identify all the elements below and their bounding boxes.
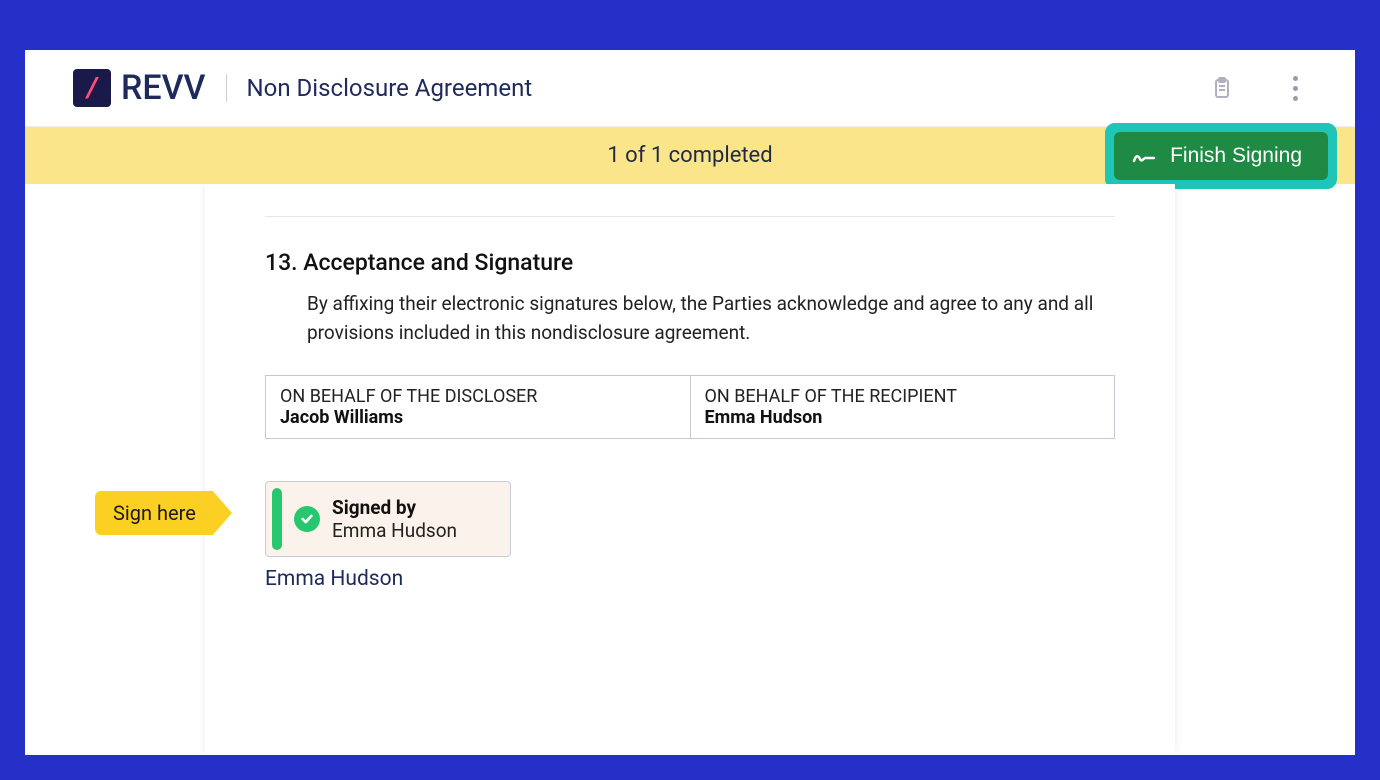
finish-highlight: Finish Signing: [1105, 123, 1337, 189]
flag-arrow-icon: [212, 490, 232, 536]
signed-by-label: Signed by: [332, 496, 457, 519]
finish-signing-button[interactable]: Finish Signing: [1114, 132, 1328, 180]
brand-logo[interactable]: / REVV: [73, 68, 206, 108]
discloser-name: Jacob Williams: [280, 407, 676, 428]
document-title: Non Disclosure Agreement: [247, 74, 533, 102]
signed-by-name: Emma Hudson: [332, 519, 457, 542]
section-body-text: By affixing their electronic signatures …: [307, 290, 1115, 347]
signature-block[interactable]: Signed by Emma Hudson: [265, 481, 511, 557]
table-row: ON BEHALF OF THE DISCLOSER Jacob William…: [266, 376, 1115, 439]
parties-table: ON BEHALF OF THE DISCLOSER Jacob William…: [265, 375, 1115, 439]
more-menu-icon[interactable]: [1283, 73, 1307, 103]
document-area: Sign here 13. Acceptance and Signature B…: [25, 184, 1355, 755]
section-heading: 13. Acceptance and Signature: [265, 249, 1115, 276]
signer-caption: Emma Hudson: [265, 567, 1115, 591]
logo-mark-icon: /: [73, 69, 111, 107]
signature-icon: [1132, 147, 1156, 165]
brand-text: REVV: [121, 68, 206, 108]
check-circle-icon: [294, 506, 320, 532]
header-divider: [226, 74, 227, 102]
sign-here-flag[interactable]: Sign here: [95, 490, 232, 536]
discloser-role: ON BEHALF OF THE DISCLOSER: [280, 386, 676, 407]
app-window: / REVV Non Disclosure Agreement 1 of 1 c…: [25, 50, 1355, 755]
header: / REVV Non Disclosure Agreement: [25, 50, 1355, 127]
status-bar: 1 of 1 completed Finish Signing: [25, 127, 1355, 184]
completion-status: 1 of 1 completed: [607, 143, 772, 168]
signature-status-bar: [272, 488, 282, 550]
section-divider: [265, 216, 1115, 217]
recipient-role: ON BEHALF OF THE RECIPIENT: [705, 386, 1101, 407]
clipboard-icon[interactable]: [1209, 73, 1235, 103]
sign-here-label: Sign here: [95, 491, 212, 535]
recipient-name: Emma Hudson: [705, 407, 1101, 428]
document-page: 13. Acceptance and Signature By affixing…: [205, 184, 1175, 755]
finish-signing-label: Finish Signing: [1170, 144, 1302, 168]
